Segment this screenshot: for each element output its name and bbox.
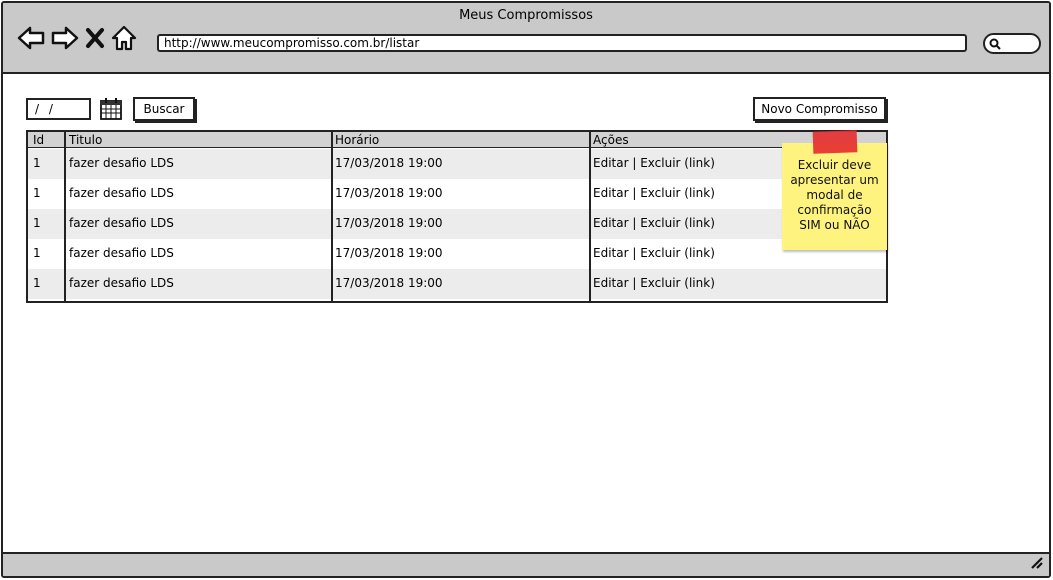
table-row: 1 fazer desafio LDS 17/03/2018 19:00 Edi…: [28, 239, 886, 269]
sticky-note: Excluir deve apresentar um modal de conf…: [782, 143, 887, 250]
cell-actions-link[interactable]: Editar | Excluir (link): [593, 246, 715, 260]
table-header: Id Titulo Horário Ações: [28, 132, 886, 148]
status-bar: [3, 552, 1049, 576]
cell-horario: 17/03/2018 19:00: [335, 276, 443, 290]
date-input[interactable]: / /: [26, 98, 91, 120]
close-icon[interactable]: [85, 27, 105, 49]
cell-actions-link[interactable]: Editar | Excluir (link): [593, 156, 715, 170]
cell-titulo: fazer desafio LDS: [69, 246, 174, 260]
browser-window: Meus Compromissos http://www.meucompromi…: [1, 1, 1051, 578]
header-id: Id: [33, 133, 45, 147]
window-title: Meus Compromissos: [459, 8, 593, 23]
cell-titulo: fazer desafio LDS: [69, 276, 174, 290]
sticky-note-tape: [812, 130, 858, 154]
cell-actions-link[interactable]: Editar | Excluir (link): [593, 276, 715, 290]
cell-id: 1: [33, 276, 41, 290]
column-divider: [64, 132, 66, 301]
address-bar[interactable]: http://www.meucompromisso.com.br/listar: [157, 34, 967, 52]
calendar-icon[interactable]: [99, 97, 123, 125]
cell-id: 1: [33, 246, 41, 260]
cell-horario: 17/03/2018 19:00: [335, 246, 443, 260]
header-titulo: Titulo: [69, 133, 103, 147]
column-divider: [589, 132, 591, 301]
cell-id: 1: [33, 216, 41, 230]
table-row: 1 fazer desafio LDS 17/03/2018 19:00 Edi…: [28, 149, 886, 179]
arrow-right-icon[interactable]: [51, 26, 79, 50]
table-row: 1 fazer desafio LDS 17/03/2018 19:00 Edi…: [28, 179, 886, 209]
cell-horario: 17/03/2018 19:00: [335, 216, 443, 230]
cell-actions-link[interactable]: Editar | Excluir (link): [593, 216, 715, 230]
cell-horario: 17/03/2018 19:00: [335, 156, 443, 170]
home-icon[interactable]: [111, 25, 137, 51]
cell-titulo: fazer desafio LDS: [69, 186, 174, 200]
arrow-left-icon[interactable]: [17, 26, 45, 50]
browser-search-field[interactable]: [983, 33, 1041, 54]
table-row: 1 fazer desafio LDS 17/03/2018 19:00 Edi…: [28, 269, 886, 299]
cell-id: 1: [33, 156, 41, 170]
cell-actions-link[interactable]: Editar | Excluir (link): [593, 186, 715, 200]
resize-grip-icon[interactable]: [1029, 554, 1043, 573]
search-button[interactable]: Buscar: [133, 97, 195, 121]
header-acoes: Ações: [593, 133, 629, 147]
header-horario: Horário: [335, 133, 380, 147]
appointments-table: Id Titulo Horário Ações 1 fazer desafio …: [26, 130, 888, 303]
table-row: 1 fazer desafio LDS 17/03/2018 19:00 Edi…: [28, 209, 886, 239]
cell-titulo: fazer desafio LDS: [69, 216, 174, 230]
cell-horario: 17/03/2018 19:00: [335, 186, 443, 200]
new-appointment-button[interactable]: Novo Compromisso: [753, 97, 886, 121]
column-divider: [331, 132, 333, 301]
browser-nav-buttons: [17, 25, 137, 51]
cell-id: 1: [33, 186, 41, 200]
cell-titulo: fazer desafio LDS: [69, 156, 174, 170]
browser-titlebar: Meus Compromissos http://www.meucompromi…: [3, 3, 1049, 74]
